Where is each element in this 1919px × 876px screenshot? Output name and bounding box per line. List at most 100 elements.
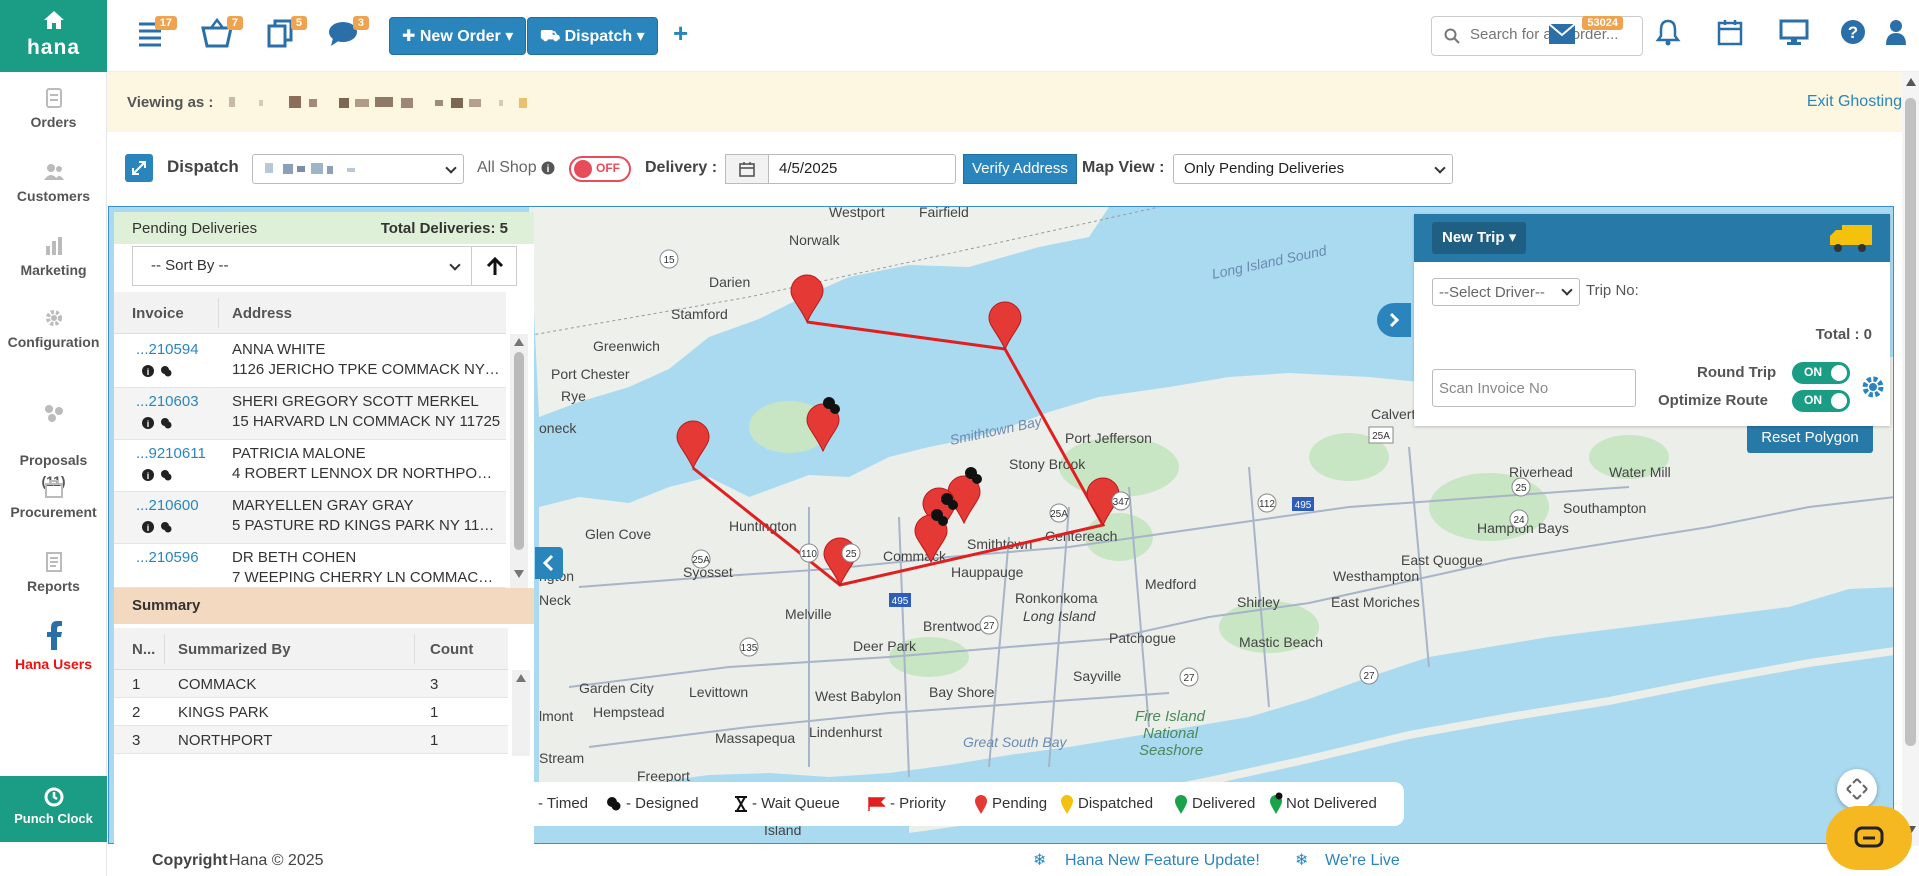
calendar-icon [739, 162, 755, 177]
scroll-down-icon[interactable] [514, 570, 524, 578]
mail-icon[interactable]: 53024 [1547, 16, 1623, 54]
verify-address-button[interactable]: Verify Address [963, 154, 1077, 184]
map-label: Melville [785, 606, 832, 622]
sidebar-item-proposals[interactable]: Proposals (11) [0, 382, 107, 492]
info-icon[interactable]: i [541, 161, 555, 175]
exit-ghosting-link[interactable]: Exit Ghosting [1807, 93, 1902, 111]
scroll-up-icon[interactable] [1906, 78, 1916, 86]
pending-scrollbar[interactable] [510, 334, 528, 588]
all-shop-toggle[interactable]: OFF [569, 156, 631, 182]
sidebar-item-configuration[interactable]: Configuration [0, 308, 107, 350]
calendar-button[interactable] [725, 154, 769, 184]
news-ticker-item[interactable]: We're Live [1325, 852, 1400, 870]
info-icon[interactable]: i [142, 469, 154, 481]
optimize-route-toggle[interactable]: ON [1792, 390, 1850, 412]
round-trip-toggle[interactable]: ON [1792, 362, 1850, 384]
scroll-up-icon[interactable] [514, 338, 524, 346]
address-column-header: Address [232, 305, 293, 322]
new-order-label: New Order [419, 28, 501, 45]
invoice-link[interactable]: ...9210611 [136, 445, 206, 462]
sidebar-item-customers[interactable]: Customers [0, 162, 107, 204]
legend-priority: - Priority [890, 795, 946, 812]
pending-row[interactable]: ...210594 i ANNA WHITE 1126 JERICHO TPKE… [114, 336, 506, 388]
bell-icon[interactable] [1655, 18, 1691, 54]
expand-button[interactable] [125, 154, 153, 182]
collapse-left-panel-button[interactable] [535, 547, 563, 579]
invoice-link[interactable]: ...210594 [136, 341, 199, 358]
page-scrollbar[interactable] [1902, 72, 1919, 846]
new-trip-button[interactable]: New Trip ▾ [1432, 222, 1527, 254]
invoice-link[interactable]: ...210603 [136, 393, 199, 410]
punch-clock-button[interactable]: Punch Clock [0, 776, 107, 842]
delivery-date-input[interactable]: 4/5/2025 [768, 154, 956, 184]
map-view-select[interactable]: Only Pending Deliveries [1173, 154, 1453, 184]
summary-row: 1 COMMACK 3 [114, 670, 508, 698]
calendar-icon[interactable] [1717, 18, 1753, 54]
invoice-link[interactable]: ...210596 [136, 549, 199, 566]
info-icon[interactable]: i [142, 521, 154, 533]
user-icon[interactable] [1885, 18, 1919, 54]
svg-text:?: ? [1848, 23, 1858, 42]
proposals-icon [44, 405, 63, 422]
svg-text:25A: 25A [692, 555, 710, 566]
sort-by-select[interactable]: -- Sort By -- [132, 246, 472, 286]
driver-select-value: --Select Driver-- [1439, 284, 1545, 301]
chevron-down-icon: ▾ [505, 28, 514, 45]
chat-widget-button[interactable] [1826, 806, 1912, 870]
info-icon[interactable]: i [142, 417, 154, 429]
sidebar-item-procurement[interactable]: Procurement [0, 478, 107, 520]
new-order-button[interactable]: ✚ New Order ▾ [389, 17, 527, 55]
pending-row[interactable]: ...9210611 i PATRICIA MALONE 4 ROBERT LE… [114, 440, 506, 492]
sidebar-item-marketing[interactable]: Marketing [0, 236, 107, 278]
toggle-state: OFF [596, 161, 620, 175]
svg-text:25: 25 [1515, 483, 1527, 494]
toggle-knob [574, 160, 592, 178]
pending-row[interactable]: ...210600 i MARYELLEN GRAY GRAY 5 PASTUR… [114, 492, 506, 544]
orders-list-icon[interactable]: 17 [135, 16, 177, 54]
scroll-thumb[interactable] [1905, 98, 1916, 746]
dispatched-pin-icon [1061, 795, 1073, 814]
invoice-link[interactable]: ...210600 [136, 497, 199, 514]
customer-name: MARYELLEN GRAY GRAY [232, 497, 414, 514]
pending-title: Pending Deliveries [132, 220, 258, 237]
sidebar-item-orders[interactable]: Orders [0, 88, 107, 130]
sidebar-item-reports[interactable]: Reports [0, 552, 107, 594]
basket-icon[interactable]: 7 [201, 16, 243, 54]
scan-invoice-input[interactable]: Scan Invoice No [1432, 369, 1636, 407]
add-button[interactable]: + [673, 18, 688, 49]
fullscreen-button[interactable] [1837, 769, 1877, 809]
driver-select[interactable]: --Select Driver-- [1432, 278, 1580, 306]
info-icon[interactable]: i [142, 365, 154, 377]
sort-direction-button[interactable] [471, 246, 517, 286]
clock-icon [44, 787, 63, 807]
pending-pin-icon [975, 795, 987, 814]
sidebar-item-hana-users[interactable]: Hana Users [0, 620, 107, 672]
map-label: Hempstead [593, 704, 665, 720]
news-ticker-item[interactable]: Hana New Feature Update! [1065, 852, 1260, 870]
scroll-thumb[interactable] [514, 352, 524, 550]
svg-text:24: 24 [1513, 515, 1525, 526]
dispatch-menu-button[interactable]: ⛟ Dispatch ▾ [527, 17, 658, 55]
chat-icon[interactable]: 3 [327, 16, 369, 54]
truck-icon: ⛟ [540, 28, 565, 45]
customer-address: 7 WEEPING CHERRY LN COMMACK NY [232, 569, 502, 586]
settings-gear-icon[interactable] [1860, 374, 1886, 400]
scroll-up-icon[interactable] [516, 674, 526, 682]
optimize-route-label: Optimize Route [1658, 392, 1769, 409]
pending-row[interactable]: ...210603 i SHERI GREGORY SCOTT MERKEL 1… [114, 388, 506, 440]
help-icon[interactable]: ? [1839, 18, 1875, 54]
sidebar-item-label: Hana Users [14, 656, 93, 672]
copy-icon[interactable]: 5 [265, 16, 307, 54]
desktop-icon[interactable] [1779, 18, 1815, 54]
svg-text:15: 15 [663, 255, 675, 266]
summary-scrollbar[interactable] [512, 670, 530, 756]
chevron-down-icon [449, 259, 461, 271]
new-trip-label: New Trip [1442, 229, 1505, 246]
designed-icon [607, 797, 621, 811]
pending-row[interactable]: ...210596 DR BETH COHEN 7 WEEPING CHERRY… [114, 544, 506, 588]
collapse-right-panel-button[interactable] [1377, 303, 1411, 337]
app-logo[interactable]: hana [0, 0, 107, 72]
map-label: lmont [539, 708, 573, 724]
shop-select[interactable] [252, 154, 464, 184]
reset-polygon-button[interactable]: Reset Polygon [1747, 423, 1873, 453]
